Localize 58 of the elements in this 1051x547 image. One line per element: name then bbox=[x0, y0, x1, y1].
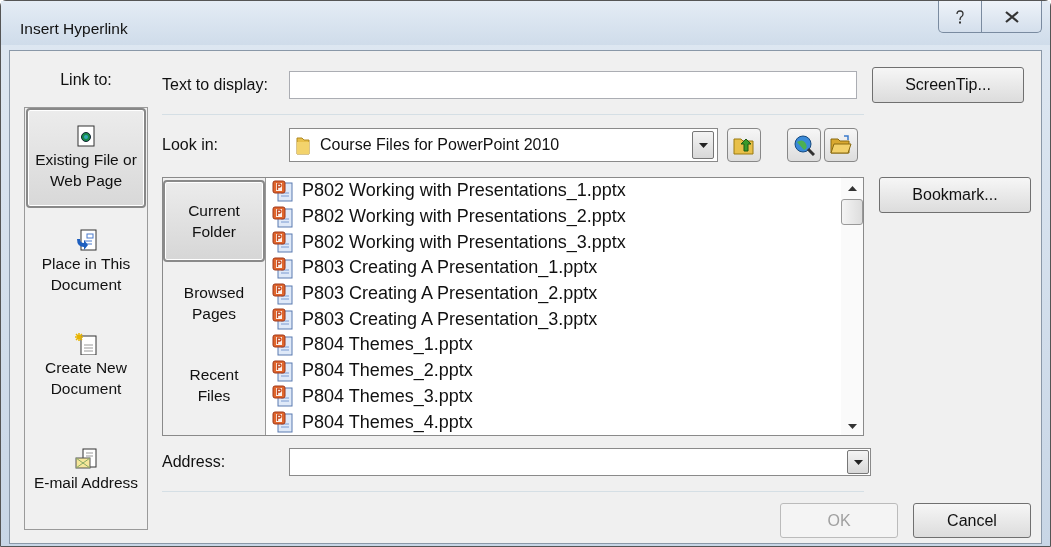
file-item[interactable]: P802 Working with Presentations_2.pptx bbox=[272, 203, 841, 230]
presentation-file-icon bbox=[272, 256, 294, 279]
close-icon bbox=[1004, 10, 1019, 23]
bookmark-button[interactable]: Bookmark... bbox=[879, 177, 1031, 213]
presentation-file-icon bbox=[272, 231, 294, 254]
scroll-down-icon bbox=[847, 424, 857, 429]
link-to-item[interactable]: Existing File or Web Page bbox=[26, 108, 146, 208]
folder-icon bbox=[296, 135, 310, 155]
text-to-display-field[interactable] bbox=[289, 71, 857, 99]
scrollbar[interactable] bbox=[841, 178, 863, 435]
presentation-file-icon bbox=[272, 359, 294, 382]
caret-icon bbox=[853, 459, 863, 465]
caret-icon bbox=[698, 142, 708, 148]
address-field[interactable] bbox=[289, 448, 871, 476]
file-item[interactable]: P802 Working with Presentations_3.pptx bbox=[272, 229, 841, 256]
document-icon bbox=[75, 125, 97, 147]
file-item[interactable]: P803 Creating A Presentation_2.pptx bbox=[272, 280, 841, 307]
scrollbar-thumb[interactable] bbox=[841, 199, 863, 225]
envelope-icon bbox=[75, 447, 97, 470]
file-item[interactable]: P804 Themes_3.pptx bbox=[272, 383, 841, 410]
dropdown-button[interactable] bbox=[692, 131, 714, 159]
link-to-item[interactable]: Place in This Document bbox=[26, 212, 146, 312]
presentation-file-icon bbox=[272, 282, 294, 305]
cancel-button[interactable]: Cancel bbox=[913, 503, 1031, 538]
scroll-up-icon bbox=[847, 186, 857, 191]
folder-nav-item[interactable]: Recent Files bbox=[163, 344, 265, 426]
folder-nav-item[interactable]: Browsed Pages bbox=[163, 262, 265, 344]
field-label: Address: bbox=[162, 453, 227, 471]
browse-web-button[interactable] bbox=[787, 128, 821, 162]
presentation-file-icon bbox=[272, 385, 294, 408]
close-button[interactable] bbox=[982, 1, 1042, 33]
link-to-item[interactable]: E-mail Address bbox=[26, 420, 146, 520]
window-title: Insert Hyperlink bbox=[20, 20, 128, 38]
file-item[interactable]: P804 Themes_2.pptx bbox=[272, 357, 841, 384]
file-item[interactable]: P803 Creating A Presentation_3.pptx bbox=[272, 306, 841, 333]
help-button[interactable] bbox=[938, 1, 982, 33]
dropdown-button[interactable] bbox=[847, 450, 869, 474]
document-icon bbox=[75, 229, 97, 251]
globe-search-icon bbox=[793, 134, 815, 156]
link-to-item[interactable]: Create New Document bbox=[26, 316, 146, 416]
help-icon bbox=[955, 9, 965, 24]
link-to-label: Link to: bbox=[59, 71, 113, 90]
up-folder-button[interactable] bbox=[727, 128, 761, 162]
file-item[interactable]: P804 Themes_1.pptx bbox=[272, 332, 841, 358]
file-item[interactable]: P803 Creating A Presentation_1.pptx bbox=[272, 255, 841, 281]
presentation-file-icon bbox=[272, 333, 294, 356]
field-label: Text to display: bbox=[162, 76, 269, 94]
folder-nav-item[interactable]: Current Folder bbox=[163, 180, 265, 262]
screentip-button[interactable]: ScreenTip... bbox=[872, 67, 1024, 103]
field-label: Look in: bbox=[162, 136, 220, 154]
new-document-icon bbox=[75, 333, 97, 355]
presentation-file-icon bbox=[272, 205, 294, 228]
open-folder-icon bbox=[830, 135, 852, 155]
file-item[interactable]: P804 Themes_4.pptx bbox=[272, 409, 841, 435]
folder-up-icon bbox=[733, 135, 755, 155]
look-in-dropdown[interactable]: Course Files for PowerPoint 2010 bbox=[289, 128, 718, 162]
file-item[interactable]: P802 Working with Presentations_1.pptx bbox=[272, 178, 841, 204]
presentation-file-icon bbox=[272, 308, 294, 331]
